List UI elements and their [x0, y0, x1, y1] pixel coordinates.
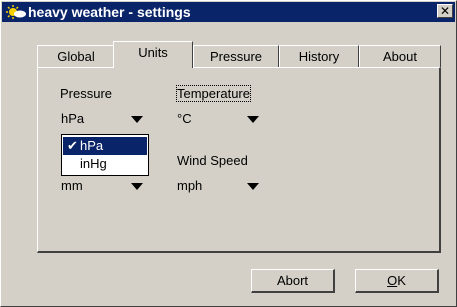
pressure-unit-select[interactable]: hPa [59, 109, 147, 129]
pressure-label: Pressure [60, 86, 113, 101]
temperature-unit-select[interactable]: °C [175, 109, 263, 129]
weather-app-icon [6, 5, 26, 19]
check-icon: ✔ [67, 138, 78, 153]
close-icon: ✕ [439, 4, 451, 18]
title-bar: heavy weather - settings ✕ [2, 2, 455, 22]
tab-label: Pressure [209, 49, 263, 64]
pressure-unit-value: hPa [61, 111, 85, 126]
tab-label: History [298, 49, 340, 64]
option-label: hPa [80, 138, 104, 153]
pressure-dropdown-list: ✔ hPa inHg [61, 134, 149, 176]
option-label: inHg [80, 156, 107, 171]
tab-pressure[interactable]: Pressure [193, 45, 279, 67]
tab-history[interactable]: History [279, 45, 359, 67]
tab-about[interactable]: About [359, 45, 441, 67]
rain-unit-value: mm [61, 178, 83, 193]
chevron-down-icon [247, 116, 259, 123]
abort-button-label: Abort [276, 273, 309, 288]
tab-label: Units [138, 45, 168, 60]
ok-button-mnemonic: O [387, 273, 398, 288]
abort-button[interactable]: Abort [251, 269, 335, 293]
chevron-down-icon [247, 183, 259, 190]
tab-global[interactable]: Global [37, 45, 115, 67]
settings-window: heavy weather - settings ✕ Global Units … [0, 0, 457, 307]
window-title: heavy weather - settings [28, 4, 191, 20]
tab-units[interactable]: Units [113, 41, 193, 68]
ok-button-label: K [397, 273, 406, 288]
tab-label: Global [57, 49, 95, 64]
chevron-down-icon [131, 116, 143, 123]
chevron-down-icon [131, 183, 143, 190]
dropdown-option-hpa[interactable]: ✔ hPa [63, 137, 147, 155]
dropdown-option-inhg[interactable]: inHg [63, 155, 147, 173]
rain-unit-select[interactable]: mm [59, 176, 147, 196]
tab-label: About [383, 49, 417, 64]
temperature-unit-value: °C [177, 111, 192, 126]
wind-speed-label: Wind Speed [177, 153, 248, 168]
ok-button[interactable]: OK [355, 269, 439, 293]
temperature-label: Temperature [176, 85, 251, 102]
wind-speed-unit-value: mph [177, 178, 203, 193]
wind-speed-unit-select[interactable]: mph [175, 176, 263, 196]
close-button[interactable]: ✕ [437, 4, 453, 18]
